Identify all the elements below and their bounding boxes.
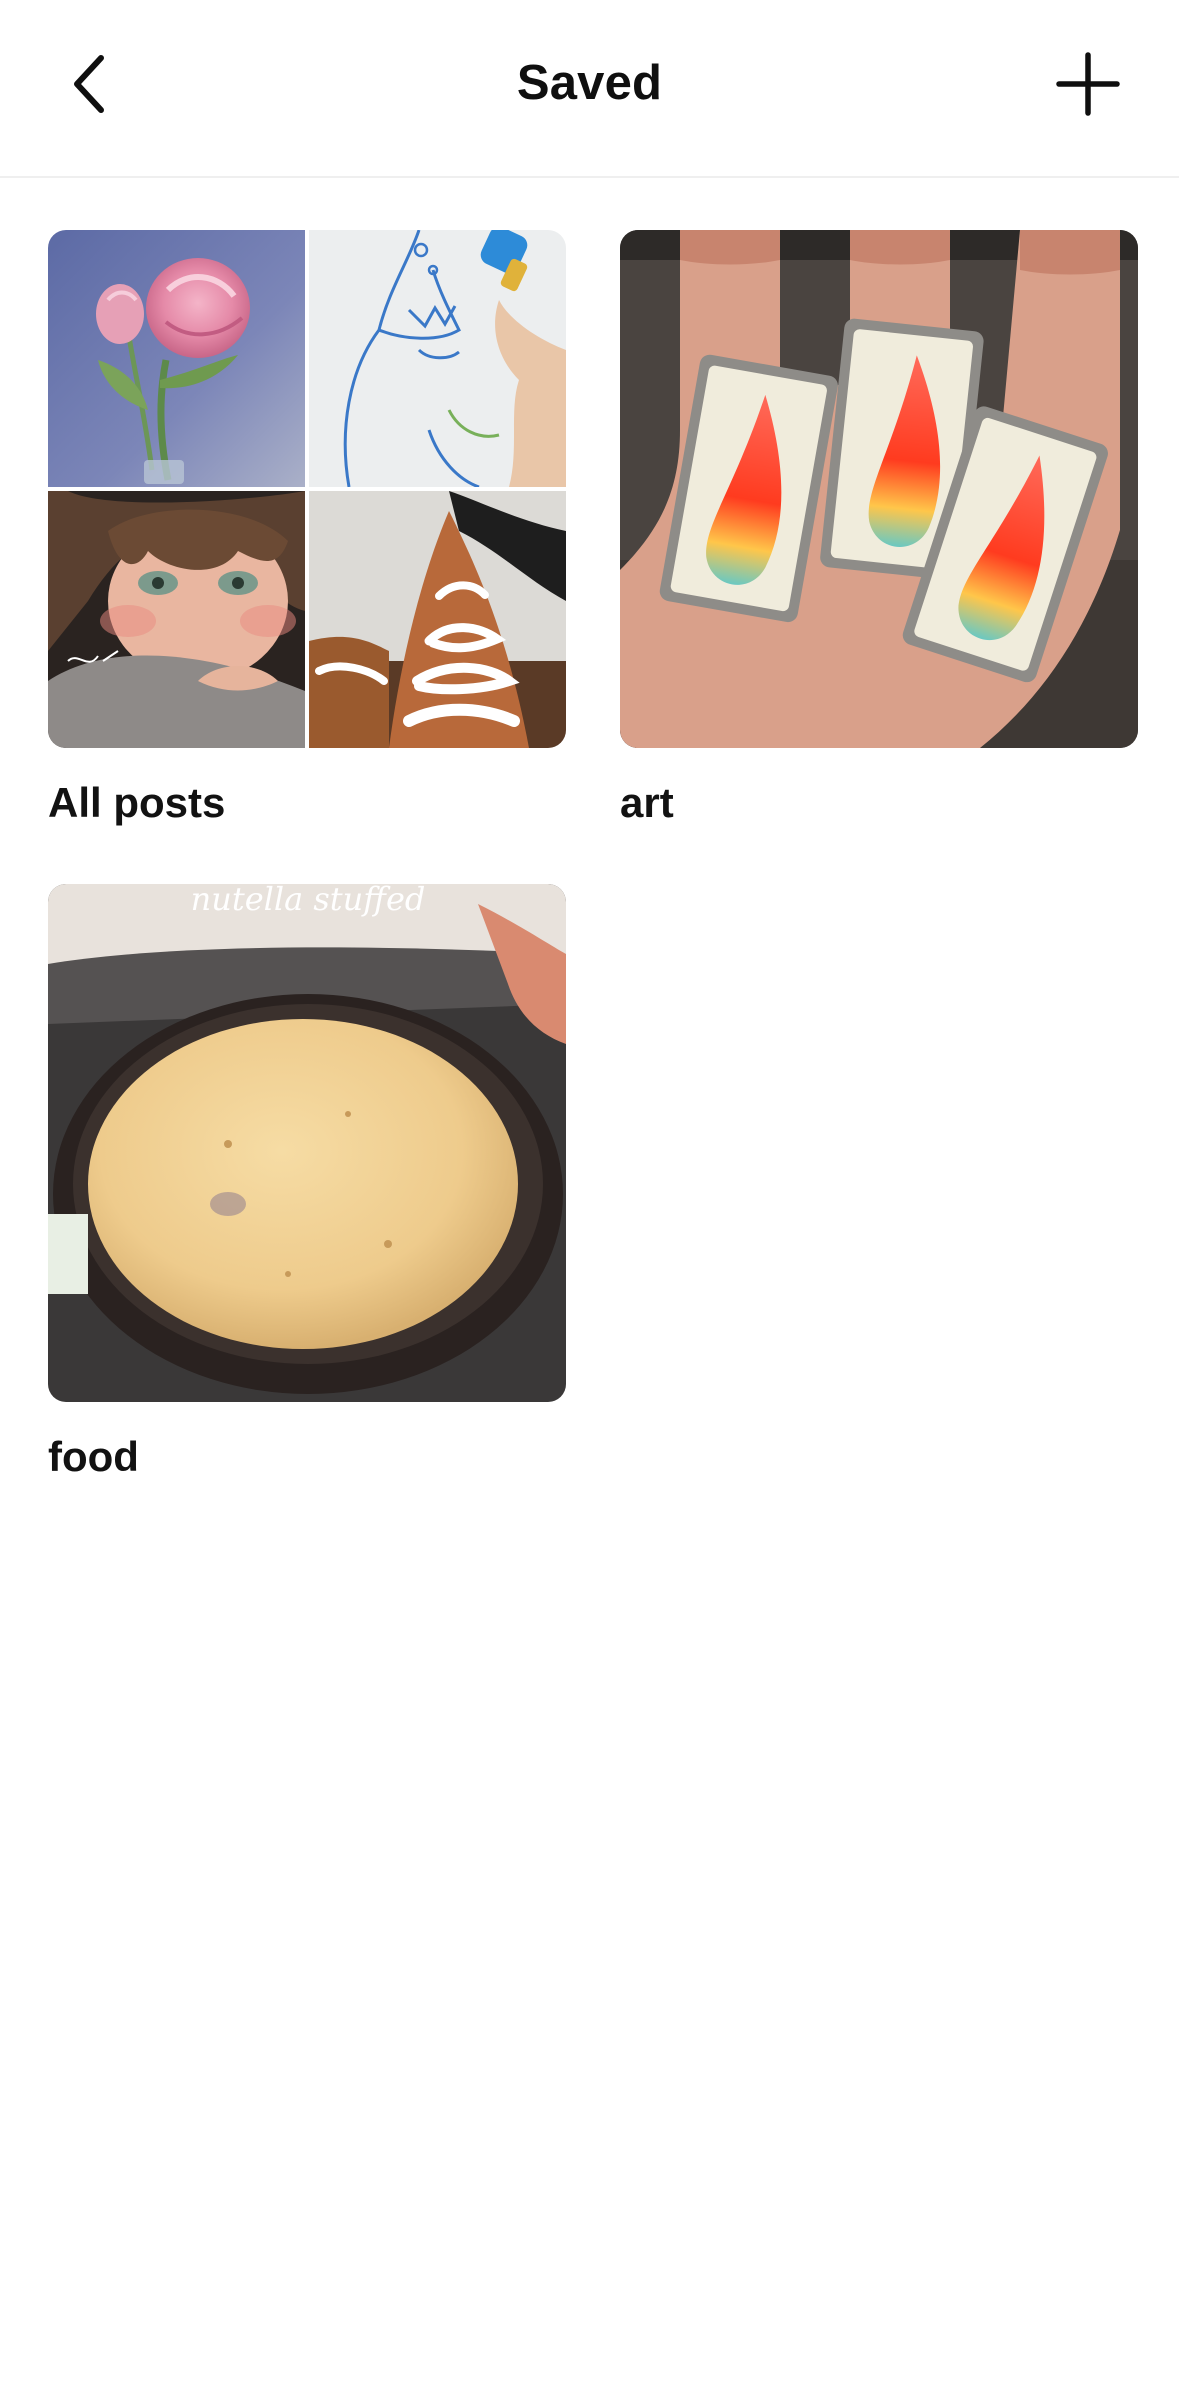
page-title: Saved [516, 56, 663, 110]
collection-thumbnail-grid [48, 230, 566, 748]
anime-illustration-thumbnail [48, 491, 305, 748]
collection-all-posts[interactable]: All posts [48, 230, 566, 828]
iced-pastry-thumbnail [309, 491, 566, 748]
shark-drawing-thumbnail [309, 230, 566, 487]
top-navigation-bar: Saved [0, 0, 1179, 178]
collection-name: All posts [48, 779, 226, 826]
collection-thumbnail: nutella stuffed [48, 884, 566, 1402]
add-collection-button[interactable] [1040, 42, 1136, 126]
overlay-caption: nutella stuffed [191, 884, 426, 918]
collection-food[interactable]: nutella stuffed food [48, 884, 566, 1482]
plus-icon [1056, 52, 1120, 116]
collection-name: food [48, 1433, 139, 1480]
collection-thumbnail [620, 230, 1138, 748]
collection-name: art [620, 779, 674, 826]
collection-art[interactable]: art [620, 230, 1138, 828]
rose-painting-thumbnail [48, 230, 305, 487]
